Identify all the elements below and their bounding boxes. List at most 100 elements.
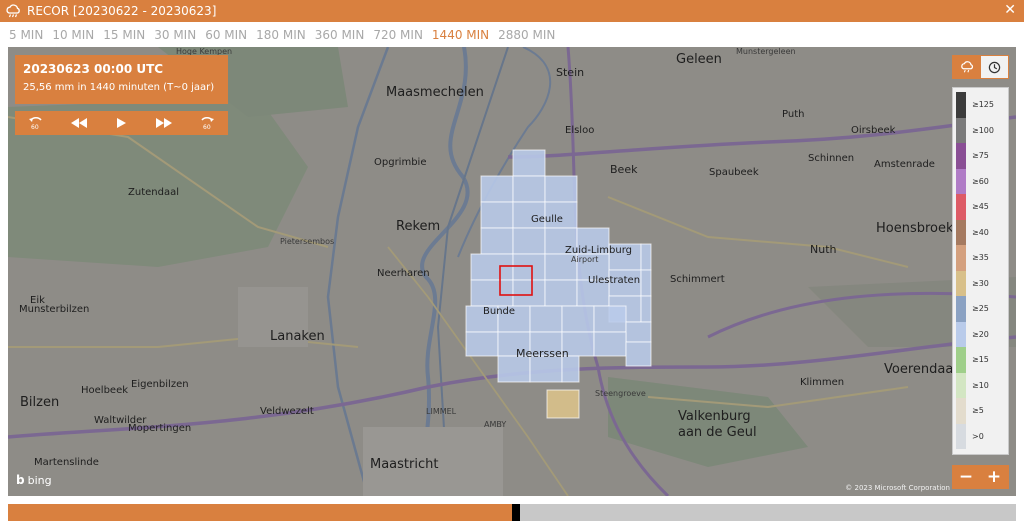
place-label: Munstergeleen (736, 47, 796, 56)
play-button[interactable] (110, 114, 132, 132)
legend-swatch (956, 143, 966, 169)
legend-label: ≥35 (972, 253, 989, 263)
tab-720-min[interactable]: 720 MIN (373, 28, 423, 42)
skip-back-icon: 60 (29, 117, 42, 130)
tab-30-min[interactable]: 30 MIN (154, 28, 196, 42)
title-bar: RECOR [20230622 - 20230623] ✕ (0, 0, 1024, 22)
place-label: Valkenburg (678, 409, 751, 424)
timeline-slider[interactable] (8, 504, 1016, 521)
legend-item: ≥35 (956, 245, 1007, 271)
place-label: Beek (610, 163, 638, 176)
legend-swatch (956, 270, 966, 296)
tab-180-min[interactable]: 180 MIN (256, 28, 306, 42)
place-label: Steengroeve (595, 389, 646, 398)
place-label: AMBY (484, 420, 507, 429)
legend-swatch (956, 423, 966, 449)
legend-swatch (956, 168, 966, 194)
legend-label: >0 (972, 431, 984, 441)
tab-2880-min[interactable]: 2880 MIN (498, 28, 555, 42)
place-label: Eigenbilzen (131, 379, 189, 390)
legend-item: ≥45 (956, 194, 1007, 220)
tab-1440-min[interactable]: 1440 MIN (432, 28, 489, 42)
place-label: Rekem (396, 219, 441, 234)
legend-label: ≥100 (972, 125, 994, 135)
place-label: Bunde (483, 306, 516, 317)
legend-item: ≥75 (956, 143, 1007, 169)
legend-item: ≥125 (956, 92, 1007, 118)
tab-10-min[interactable]: 10 MIN (52, 28, 94, 42)
place-label: LIMMEL (426, 407, 457, 416)
legend-swatch (956, 194, 966, 220)
place-label: Meerssen (516, 347, 569, 360)
clock-icon (988, 61, 1000, 73)
legend-item: ≥100 (956, 117, 1007, 143)
place-label: Maastricht (370, 457, 439, 472)
svg-text:60: 60 (203, 124, 211, 130)
map-view[interactable]: Maasmechelen Stein Geleen Elsloo Beek Puth Oir… (8, 47, 1016, 496)
legend-item: ≥15 (956, 347, 1007, 373)
legend-swatch (956, 296, 966, 322)
timeline-fill (8, 504, 512, 521)
place-label: Hoensbroek (876, 221, 954, 236)
legend-item: >0 (956, 423, 1007, 449)
place-label: Zutendaal (128, 187, 179, 198)
legend-swatch (956, 92, 966, 118)
tab-5-min[interactable]: 5 MIN (9, 28, 43, 42)
play-icon (117, 118, 127, 128)
fast-forward-button[interactable] (153, 114, 175, 132)
clock-mode-button[interactable] (980, 56, 1008, 78)
legend-label: ≥25 (972, 304, 989, 314)
legend-swatch (956, 398, 966, 424)
timeline-thumb[interactable] (512, 504, 520, 521)
legend: ≥125 ≥100 ≥75 ≥60 ≥45 ≥40 ≥35 ≥30 ≥25 ≥20 ≥15 ≥10 ≥5… (952, 87, 1009, 455)
window-title: RECOR [20230622 - 20230623] (27, 4, 217, 18)
legend-item: ≥30 (956, 270, 1007, 296)
place-label: Munsterbilzen (19, 304, 90, 315)
legend-swatch (956, 245, 966, 271)
rainfall-amount: 25,56 mm in 1440 minuten (T~0 jaar) (23, 82, 215, 93)
bing-label: bing (27, 473, 52, 487)
place-label: Veldwezelt (260, 406, 314, 417)
place-label: Martenslinde (34, 457, 99, 468)
timestamp: 20230623 00:00 UTC (23, 62, 164, 76)
legend-swatch (956, 347, 966, 373)
interval-tabs: 5 MIN 10 MIN 15 MIN 30 MIN 60 MIN 180 MIN 360 … (0, 24, 564, 46)
tab-360-min[interactable]: 360 MIN (315, 28, 365, 42)
rain-cloud-icon (960, 61, 973, 73)
place-label: Neerharen (377, 268, 430, 279)
place-label: Airport (571, 255, 599, 264)
place-label: aan de Geul (678, 425, 757, 440)
zoom-in-button[interactable]: + (980, 465, 1008, 489)
place-label: Elsloo (565, 125, 595, 136)
place-label: Amstenrade (874, 159, 935, 170)
bing-logo: b bing (16, 473, 52, 487)
skip-back-button[interactable]: 60 (25, 114, 47, 132)
close-button[interactable]: ✕ (1004, 2, 1016, 18)
zoom-controls: − + (952, 465, 1009, 489)
legend-swatch (956, 219, 966, 245)
tab-60-min[interactable]: 60 MIN (205, 28, 247, 42)
place-label: Schimmert (670, 274, 725, 285)
tab-15-min[interactable]: 15 MIN (103, 28, 145, 42)
skip-forward-button[interactable]: 60 (196, 114, 218, 132)
legend-swatch (956, 117, 966, 143)
legend-label: ≥15 (972, 355, 989, 365)
legend-item: ≥5 (956, 398, 1007, 424)
place-label: Ulestraten (588, 275, 641, 286)
legend-label: ≥125 (972, 100, 994, 110)
zoom-out-button[interactable]: − (952, 465, 980, 489)
legend-item: ≥20 (956, 321, 1007, 347)
place-label: Stein (556, 66, 585, 79)
place-label: Voerendaal (884, 362, 957, 377)
legend-item: ≥60 (956, 168, 1007, 194)
place-label: Opgrimbie (374, 157, 427, 168)
legend-label: ≥40 (972, 227, 989, 237)
rain-mode-button[interactable] (953, 56, 981, 78)
info-panel: 20230623 00:00 UTC 25,56 mm in 1440 minu… (15, 55, 228, 104)
legend-label: ≥20 (972, 329, 989, 339)
rewind-button[interactable] (68, 114, 90, 132)
legend-label: ≥60 (972, 176, 989, 186)
place-label: Oirsbeek (851, 125, 896, 136)
place-label: Geleen (676, 52, 722, 67)
legend-label: ≥75 (972, 151, 989, 161)
